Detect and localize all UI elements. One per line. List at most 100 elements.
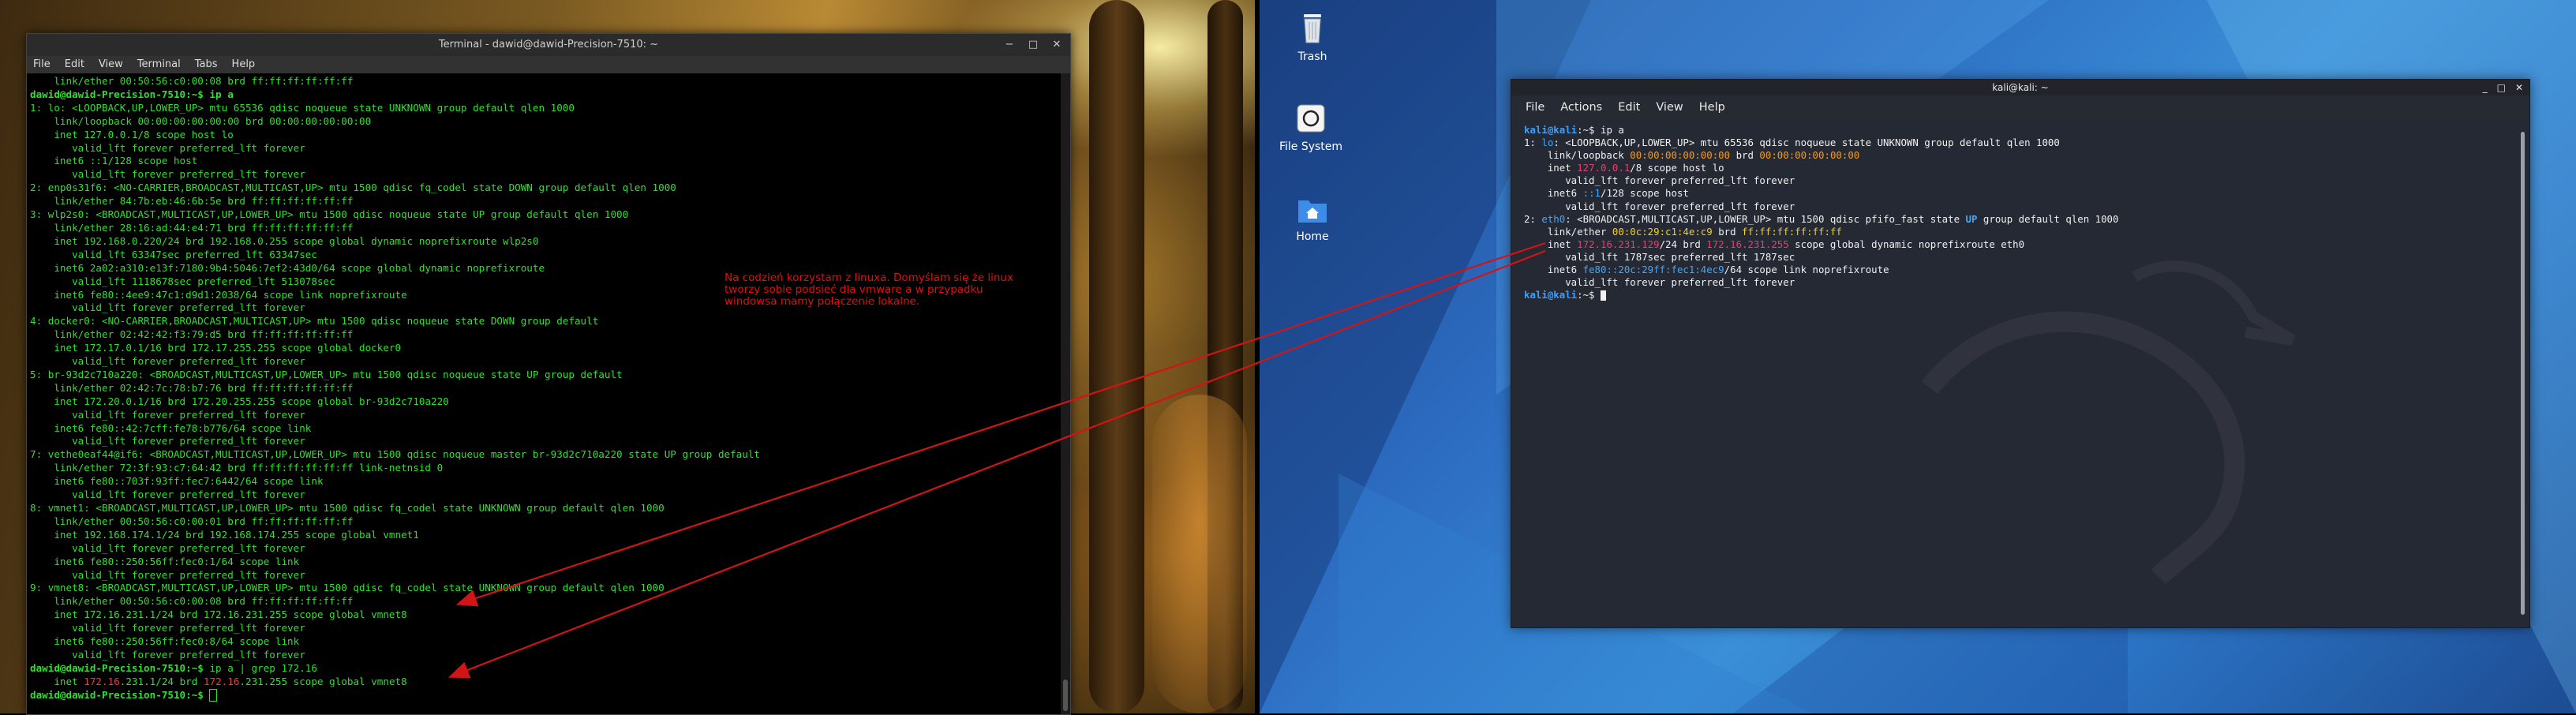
terminal-line: dawid@dawid-Precision-7510:~$ [30, 689, 1058, 702]
terminal-scrollbar[interactable] [2521, 132, 2525, 615]
terminal-line: link/loopback 00:00:00:00:00:00 brd 00:0… [1524, 149, 2514, 162]
if-flags: : <BROADCAST,MULTICAST,UP,LOWER_UP> mtu … [1565, 212, 1966, 225]
terminal-line: valid_lft 63347sec preferred_lft 63347se… [30, 248, 317, 260]
menu-terminal[interactable]: Terminal [137, 56, 181, 73]
line-text: /8 scope host lo [1630, 162, 1724, 174]
menu-tabs[interactable]: Tabs [195, 56, 218, 73]
terminal-line: 3: wlp2s0: <BROADCAST,MULTICAST,UP,LOWER… [30, 208, 629, 221]
terminal-line: link/ether 02:42:7c:78:b7:76 brd ff:ff:f… [30, 381, 354, 394]
if-flags: : <LOOPBACK,UP,LOWER_UP> mtu 65536 qdisc… [1553, 137, 2060, 149]
terminal-line: inet 172.20.0.1/16 brd 172.20.255.255 sc… [30, 395, 449, 407]
line-text: brd [1712, 225, 1743, 238]
terminal-titlebar[interactable]: kali@kali: ~ _ □ ✕ [1511, 80, 2529, 95]
if-index: 1: [1524, 137, 1542, 149]
menu-view[interactable]: View [1656, 95, 1683, 119]
terminal-line: 5: br-93d2c710a220: <BROADCAST,MULTICAST… [30, 368, 623, 380]
shell-command: ip a | grep 172.16 [209, 661, 317, 674]
terminal-output[interactable]: kali@kali:~$ ip a 1: lo: <LOOPBACK,UP,LOW… [1524, 124, 2514, 627]
mac-address: 00:00:00:00:00:00 [1630, 149, 1731, 162]
shell-prompt: :~$ [1577, 124, 1601, 136]
ipv6-address: fe80::20c:29ff:fec1:4ec9 [1582, 264, 1724, 276]
terminal-line: 7: vethe0eaf44@if6: <BROADCAST,MULTICAST… [30, 448, 761, 461]
line-text: inet [1524, 238, 1578, 250]
line-text: link/loopback [1524, 149, 1631, 162]
terminal-line: valid_lft forever preferred_lft forever [1524, 276, 1795, 289]
terminal-menubar: File Edit View Terminal Tabs Help [27, 56, 1070, 73]
menu-file[interactable]: File [33, 56, 51, 73]
terminal-output[interactable]: link/ether 00:50:56:c0:00:08 brd ff:ff:f… [27, 73, 1061, 714]
minimize-button[interactable]: − [1004, 34, 1015, 56]
mac-address: 00:0c:29:c1:4e:c9 [1612, 225, 1713, 238]
terminal-line: inet6 fe80::250:56ff:fec0:1/64 scope lin… [30, 555, 300, 567]
tree-trunk [1089, 0, 1144, 713]
terminal-line: link/ether 00:50:56:c0:00:08 brd ff:ff:f… [30, 595, 354, 608]
minimize-button[interactable]: _ [2483, 80, 2488, 95]
shell-prompt: dawid@dawid-Precision-7510:~$ [30, 661, 210, 674]
menu-edit[interactable]: Edit [65, 56, 84, 73]
menu-help[interactable]: Help [1699, 95, 1725, 119]
desktop-icon-filesystem[interactable]: File System [1275, 103, 1346, 153]
close-button[interactable]: ✕ [2515, 80, 2523, 95]
terminal-line: valid_lft 1787sec preferred_lft 1787sec [1524, 250, 1795, 263]
maximize-button[interactable]: □ [1028, 34, 1039, 56]
terminal-scrollbar[interactable] [1061, 73, 1070, 714]
foliage [1152, 395, 1247, 713]
menu-actions[interactable]: Actions [1560, 95, 1602, 119]
terminal-line: link/ether 00:50:56:c0:00:08 brd ff:ff:f… [30, 75, 354, 87]
trash-icon [1277, 9, 1348, 47]
shell-prompt: kali@kali [1524, 289, 1578, 301]
terminal-line: valid_lft forever preferred_lft forever [30, 141, 305, 154]
menu-help[interactable]: Help [232, 56, 256, 73]
desktop-icon-label: File System [1279, 140, 1343, 153]
desktop-icon-label: Trash [1297, 51, 1327, 63]
cursor [209, 689, 218, 702]
maximize-button[interactable]: □ [2497, 80, 2506, 95]
terminal-line: link/ether 84:7b:eb:46:6b:5e brd ff:ff:f… [30, 195, 354, 208]
grep-text: .231.1/24 brd [119, 675, 204, 687]
terminal-line: 1: lo: <LOOPBACK,UP,LOWER_UP> mtu 65536 … [1524, 137, 2514, 149]
ip-address: 172.16.231.129 [1577, 238, 1660, 250]
grep-match: 172.16 [203, 675, 240, 687]
desktop-icon-trash[interactable]: Trash [1277, 9, 1348, 63]
terminal-line: kali@kali:~$ [1524, 289, 2514, 301]
terminal-line: inet6 fe80::703f:93ff:fec7:6442/64 scope… [30, 475, 324, 488]
line-text: inet [1524, 162, 1578, 174]
terminal-line: link/ether 00:0c:29:c1:4e:c9 brd ff:ff:f… [1524, 226, 2514, 238]
terminal-line: valid_lft forever preferred_lft forever [30, 435, 305, 447]
shell-command: ip a [1600, 124, 1624, 136]
ipv6-address: ::1 [1582, 187, 1601, 200]
terminal-line: link/ether 28:16:ad:44:e4:71 brd ff:ff:f… [30, 221, 354, 234]
terminal-line: valid_lft forever preferred_lft forever [30, 648, 305, 661]
terminal-menubar: File Actions Edit View Help [1511, 95, 2529, 119]
terminal-titlebar[interactable]: Terminal - dawid@dawid-Precision-7510: ~… [27, 34, 1070, 56]
terminal-line: inet6 fe80::42:7cff:fe78:b776/64 scope l… [30, 421, 312, 434]
cursor [1600, 290, 1606, 301]
line-text: inet6 [1524, 187, 1583, 200]
menu-view[interactable]: View [99, 56, 123, 73]
annotation-note: Na codzień korzystam z linuxa. Domyślam … [724, 271, 1013, 308]
terminal-line: dawid@dawid-Precision-7510:~$ ip a | gre… [30, 662, 1058, 676]
terminal-line: 4: docker0: <NO-CARRIER,BROADCAST,MULTIC… [30, 315, 599, 328]
scrollbar-thumb[interactable] [1063, 679, 1068, 711]
terminal-line: 8: vmnet1: <BROADCAST,MULTICAST,UP,LOWER… [30, 502, 665, 514]
kali-terminal-window[interactable]: kali@kali: ~ _ □ ✕ File Actions Edit Vie… [1511, 79, 2530, 628]
grep-text: inet [30, 675, 84, 687]
host-terminal-window[interactable]: Terminal - dawid@dawid-Precision-7510: ~… [26, 33, 1071, 715]
terminal-line: inet6 ::1/128 scope host [30, 155, 198, 167]
desktop-icon-home[interactable]: Home [1277, 196, 1348, 243]
menu-file[interactable]: File [1526, 95, 1544, 119]
terminal-line: inet 127.0.0.1/8 scope host lo [30, 128, 234, 140]
terminal-title: kali@kali: ~ [1992, 82, 2049, 93]
terminal-line: inet6 fe80::250:56ff:fec0:8/64 scope lin… [30, 635, 300, 648]
terminal-line: link/ether 72:3f:93:c7:64:42 brd ff:ff:f… [30, 462, 444, 474]
grep-match: 172.16 [84, 675, 120, 687]
menu-edit[interactable]: Edit [1618, 95, 1640, 119]
terminal-line: link/ether 02:42:42:f3:79:d5 brd ff:ff:f… [30, 328, 354, 341]
line-text: brd [1730, 149, 1760, 162]
shell-prompt: kali@kali [1524, 124, 1578, 136]
terminal-line: link/loopback 00:00:00:00:00:00 brd 00:0… [30, 114, 372, 127]
close-button[interactable]: ✕ [1051, 34, 1062, 56]
terminal-line: valid_lft forever preferred_lft forever [30, 622, 305, 635]
terminal-line: inet 127.0.0.1/8 scope host lo [1524, 162, 2514, 174]
line-text: /128 scope host [1601, 187, 1689, 200]
